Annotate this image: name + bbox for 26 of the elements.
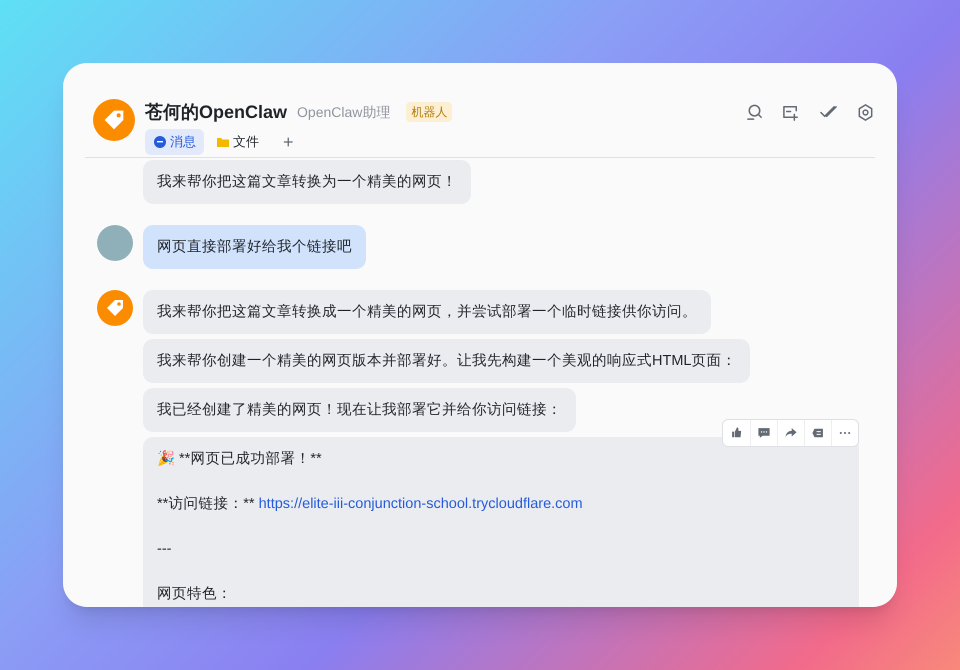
search-icon[interactable] bbox=[745, 103, 764, 122]
comment-icon[interactable] bbox=[757, 426, 771, 440]
message-text: **访问链接：** bbox=[157, 496, 256, 512]
message-text: 🎉 **网页已成功部署！** bbox=[157, 451, 322, 467]
message-text: 网页特色： bbox=[157, 586, 232, 602]
folder-icon bbox=[216, 135, 230, 149]
message-bubble: 我来帮你把这篇文章转换成一个精美的网页，并尝试部署一个临时链接供你访问。 bbox=[143, 290, 711, 334]
thumbs-up-icon[interactable] bbox=[730, 426, 744, 440]
tab[interactable]: 消息 bbox=[145, 129, 204, 155]
message-bubble: 我来帮你创建一个精美的网页版本并部署好。让我先构建一个美观的响应式HTML页面： bbox=[143, 339, 750, 383]
chat-title: 苍何的OpenClaw bbox=[145, 100, 288, 124]
chat-subtitle: OpenClaw助理 bbox=[297, 102, 390, 122]
link[interactable]: https://elite-iii-conjunction-school.trycloudflare.com bbox=[258, 496, 583, 512]
message-bubble: 我已经创建了精美的网页！现在让我部署它并给你访问链接： bbox=[143, 388, 576, 432]
message-text: --- bbox=[157, 541, 172, 557]
quote-icon[interactable] bbox=[811, 426, 825, 440]
tab[interactable]: 文件 bbox=[208, 129, 267, 155]
add-tab-button[interactable]: + bbox=[279, 133, 298, 151]
bot-badge: 机器人 bbox=[406, 102, 452, 122]
settings-icon[interactable] bbox=[856, 103, 875, 122]
message-bubble: 网页直接部署好给我个链接吧 bbox=[143, 225, 366, 269]
add-window-icon[interactable] bbox=[782, 103, 801, 122]
bot-avatar bbox=[97, 290, 133, 326]
user-avatar bbox=[97, 225, 133, 261]
message-bubble: 我来帮你把这篇文章转换为一个精美的网页！ bbox=[143, 160, 471, 204]
bot-avatar bbox=[93, 99, 135, 141]
